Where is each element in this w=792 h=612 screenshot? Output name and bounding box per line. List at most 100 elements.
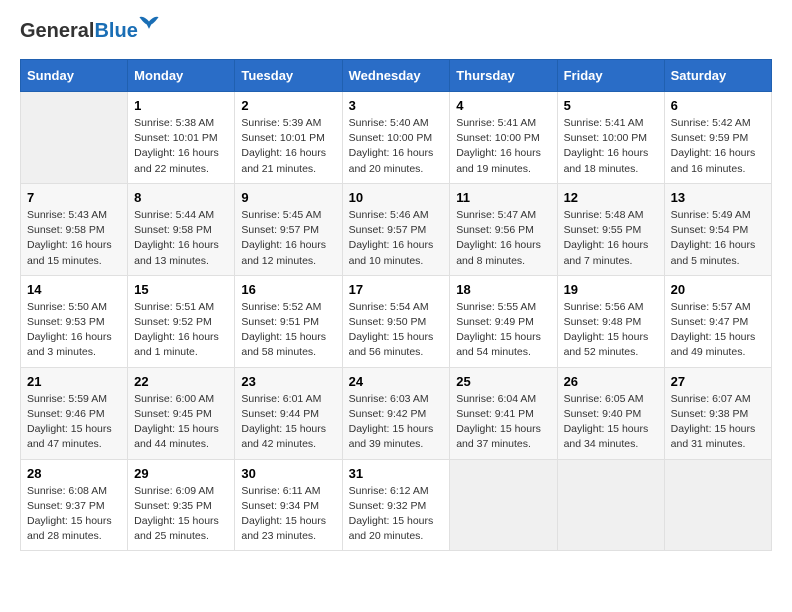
day-number: 17 [349, 282, 444, 297]
day-number: 11 [456, 190, 550, 205]
calendar-week-row: 7 Sunrise: 5:43 AMSunset: 9:58 PMDaylight… [21, 183, 772, 275]
calendar-header: SundayMondayTuesdayWednesdayThursdayFrid… [21, 60, 772, 92]
day-number: 25 [456, 374, 550, 389]
day-number: 7 [27, 190, 121, 205]
page-header: GeneralBlue [20, 20, 772, 43]
day-number: 12 [564, 190, 658, 205]
day-info: Sunrise: 5:50 AMSunset: 9:53 PMDaylight:… [27, 300, 121, 361]
day-info: Sunrise: 5:40 AMSunset: 10:00 PMDaylight… [349, 116, 444, 177]
day-info: Sunrise: 5:52 AMSunset: 9:51 PMDaylight:… [241, 300, 335, 361]
calendar-cell: 24 Sunrise: 6:03 AMSunset: 9:42 PMDayligh… [342, 367, 450, 459]
weekday-header: Wednesday [342, 60, 450, 92]
day-info: Sunrise: 6:11 AMSunset: 9:34 PMDaylight:… [241, 484, 335, 545]
calendar-cell: 23 Sunrise: 6:01 AMSunset: 9:44 PMDayligh… [235, 367, 342, 459]
day-info: Sunrise: 5:54 AMSunset: 9:50 PMDaylight:… [349, 300, 444, 361]
calendar-cell: 9 Sunrise: 5:45 AMSunset: 9:57 PMDaylight… [235, 183, 342, 275]
calendar-week-row: 21 Sunrise: 5:59 AMSunset: 9:46 PMDayligh… [21, 367, 772, 459]
calendar-cell: 15 Sunrise: 5:51 AMSunset: 9:52 PMDayligh… [128, 275, 235, 367]
day-number: 5 [564, 98, 658, 113]
calendar-cell: 26 Sunrise: 6:05 AMSunset: 9:40 PMDayligh… [557, 367, 664, 459]
calendar-cell: 12 Sunrise: 5:48 AMSunset: 9:55 PMDayligh… [557, 183, 664, 275]
bird-icon [138, 14, 160, 32]
day-info: Sunrise: 5:48 AMSunset: 9:55 PMDaylight:… [564, 208, 658, 269]
calendar-cell: 7 Sunrise: 5:43 AMSunset: 9:58 PMDaylight… [21, 183, 128, 275]
day-info: Sunrise: 5:59 AMSunset: 9:46 PMDaylight:… [27, 392, 121, 453]
calendar-cell: 28 Sunrise: 6:08 AMSunset: 9:37 PMDayligh… [21, 459, 128, 551]
calendar-cell [664, 459, 771, 551]
calendar-cell: 1 Sunrise: 5:38 AMSunset: 10:01 PMDayligh… [128, 92, 235, 184]
day-info: Sunrise: 5:41 AMSunset: 10:00 PMDaylight… [456, 116, 550, 177]
calendar-cell: 29Sunrise: 6:09 AMSunset: 9:35 PMDayligh… [128, 459, 235, 551]
weekday-header: Saturday [664, 60, 771, 92]
calendar-cell: 25 Sunrise: 6:04 AMSunset: 9:41 PMDayligh… [450, 367, 557, 459]
day-info: Sunrise: 5:43 AMSunset: 9:58 PMDaylight:… [27, 208, 121, 269]
day-info: Sunrise: 6:00 AMSunset: 9:45 PMDaylight:… [134, 392, 228, 453]
day-info: Sunrise: 6:08 AMSunset: 9:37 PMDaylight:… [27, 484, 121, 545]
calendar-week-row: 1 Sunrise: 5:38 AMSunset: 10:01 PMDayligh… [21, 92, 772, 184]
day-info: Sunrise: 5:56 AMSunset: 9:48 PMDaylight:… [564, 300, 658, 361]
day-info: Sunrise: 5:41 AMSunset: 10:00 PMDaylight… [564, 116, 658, 177]
day-number: 31 [349, 466, 444, 481]
day-number: 21 [27, 374, 121, 389]
day-info: Sunrise: 6:01 AMSunset: 9:44 PMDaylight:… [241, 392, 335, 453]
calendar-table: SundayMondayTuesdayWednesdayThursdayFrid… [20, 59, 772, 551]
day-number: 23 [241, 374, 335, 389]
day-info: Sunrise: 6:04 AMSunset: 9:41 PMDaylight:… [456, 392, 550, 453]
day-info: Sunrise: 5:55 AMSunset: 9:49 PMDaylight:… [456, 300, 550, 361]
calendar-week-row: 14 Sunrise: 5:50 AMSunset: 9:53 PMDayligh… [21, 275, 772, 367]
weekday-header: Friday [557, 60, 664, 92]
calendar-cell: 21 Sunrise: 5:59 AMSunset: 9:46 PMDayligh… [21, 367, 128, 459]
day-number: 3 [349, 98, 444, 113]
day-info: Sunrise: 5:51 AMSunset: 9:52 PMDaylight:… [134, 300, 228, 361]
day-number: 4 [456, 98, 550, 113]
day-number: 20 [671, 282, 765, 297]
day-info: Sunrise: 5:47 AMSunset: 9:56 PMDaylight:… [456, 208, 550, 269]
day-number: 22 [134, 374, 228, 389]
calendar-cell: 4 Sunrise: 5:41 AMSunset: 10:00 PMDayligh… [450, 92, 557, 184]
calendar-cell [21, 92, 128, 184]
weekday-header: Thursday [450, 60, 557, 92]
calendar-cell: 10Sunrise: 5:46 AMSunset: 9:57 PMDayligh… [342, 183, 450, 275]
day-info: Sunrise: 5:44 AMSunset: 9:58 PMDaylight:… [134, 208, 228, 269]
day-number: 27 [671, 374, 765, 389]
calendar-cell [450, 459, 557, 551]
day-number: 16 [241, 282, 335, 297]
day-number: 14 [27, 282, 121, 297]
calendar-cell: 6Sunrise: 5:42 AMSunset: 9:59 PMDaylight… [664, 92, 771, 184]
day-info: Sunrise: 5:39 AMSunset: 10:01 PMDaylight… [241, 116, 335, 177]
calendar-cell: 31 Sunrise: 6:12 AMSunset: 9:32 PMDayligh… [342, 459, 450, 551]
calendar-cell [557, 459, 664, 551]
calendar-cell: 5 Sunrise: 5:41 AMSunset: 10:00 PMDayligh… [557, 92, 664, 184]
day-number: 1 [134, 98, 228, 113]
calendar-cell: 18Sunrise: 5:55 AMSunset: 9:49 PMDayligh… [450, 275, 557, 367]
day-info: Sunrise: 5:38 AMSunset: 10:01 PMDaylight… [134, 116, 228, 177]
weekday-header: Sunday [21, 60, 128, 92]
calendar-cell: 16 Sunrise: 5:52 AMSunset: 9:51 PMDayligh… [235, 275, 342, 367]
day-number: 10 [349, 190, 444, 205]
calendar-cell: 14 Sunrise: 5:50 AMSunset: 9:53 PMDayligh… [21, 275, 128, 367]
day-number: 28 [27, 466, 121, 481]
day-info: Sunrise: 6:03 AMSunset: 9:42 PMDaylight:… [349, 392, 444, 453]
calendar-week-row: 28 Sunrise: 6:08 AMSunset: 9:37 PMDayligh… [21, 459, 772, 551]
calendar-cell: 11 Sunrise: 5:47 AMSunset: 9:56 PMDayligh… [450, 183, 557, 275]
day-number: 15 [134, 282, 228, 297]
calendar-cell: 22 Sunrise: 6:00 AMSunset: 9:45 PMDayligh… [128, 367, 235, 459]
day-info: Sunrise: 5:45 AMSunset: 9:57 PMDaylight:… [241, 208, 335, 269]
logo: GeneralBlue [20, 20, 138, 43]
day-info: Sunrise: 6:12 AMSunset: 9:32 PMDaylight:… [349, 484, 444, 545]
calendar-cell: 2 Sunrise: 5:39 AMSunset: 10:01 PMDayligh… [235, 92, 342, 184]
day-info: Sunrise: 5:57 AMSunset: 9:47 PMDaylight:… [671, 300, 765, 361]
day-number: 24 [349, 374, 444, 389]
logo-text: GeneralBlue [20, 20, 138, 43]
day-info: Sunrise: 5:42 AMSunset: 9:59 PMDaylight:… [671, 116, 765, 177]
day-number: 26 [564, 374, 658, 389]
calendar-cell: 20 Sunrise: 5:57 AMSunset: 9:47 PMDayligh… [664, 275, 771, 367]
day-number: 9 [241, 190, 335, 205]
calendar-cell: 27Sunrise: 6:07 AMSunset: 9:38 PMDayligh… [664, 367, 771, 459]
calendar-cell: 30Sunrise: 6:11 AMSunset: 9:34 PMDayligh… [235, 459, 342, 551]
day-number: 29 [134, 466, 228, 481]
day-number: 2 [241, 98, 335, 113]
day-info: Sunrise: 5:49 AMSunset: 9:54 PMDaylight:… [671, 208, 765, 269]
day-info: Sunrise: 6:05 AMSunset: 9:40 PMDaylight:… [564, 392, 658, 453]
calendar-cell: 17 Sunrise: 5:54 AMSunset: 9:50 PMDayligh… [342, 275, 450, 367]
